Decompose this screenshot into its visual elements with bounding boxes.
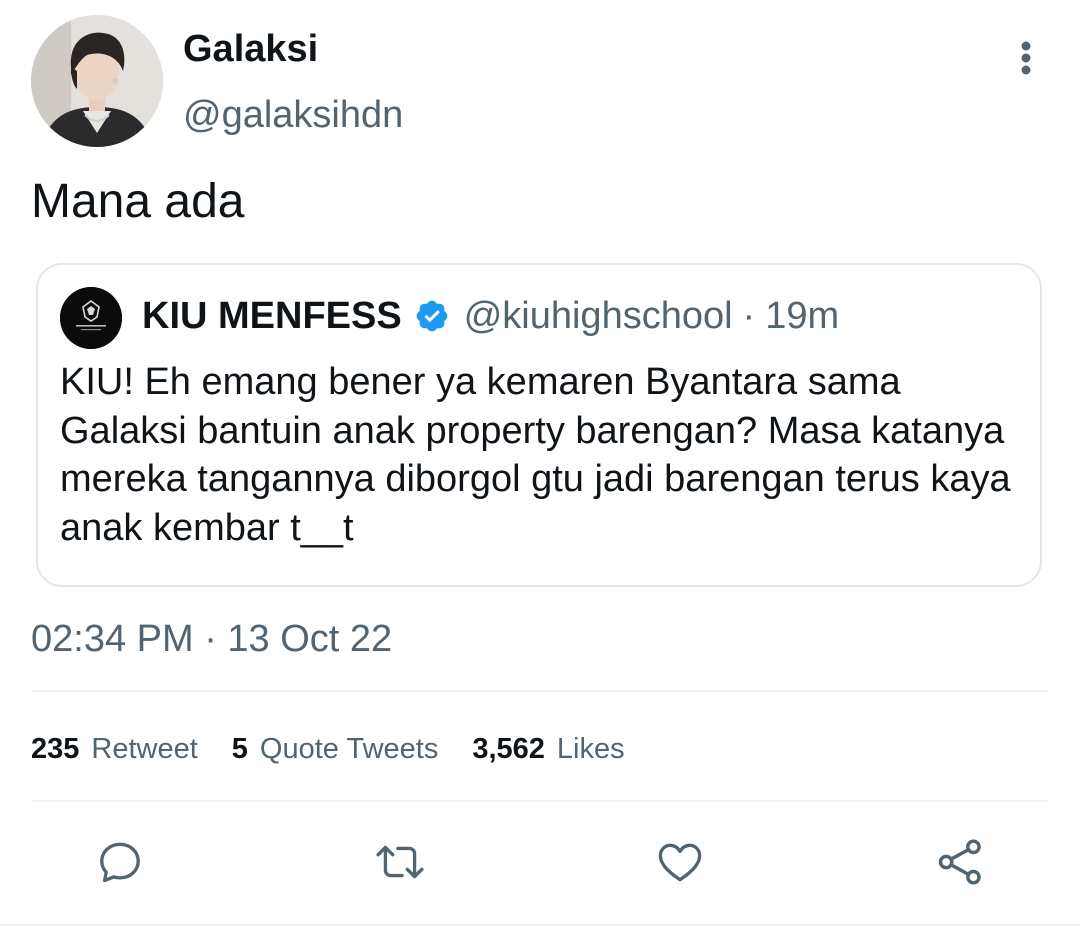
likes-label: Likes — [556, 733, 625, 765]
author-avatar-image — [31, 15, 163, 147]
quote-tweets-count: 5 — [231, 733, 248, 765]
share-button[interactable] — [930, 832, 990, 892]
quoted-author-handle[interactable]: @kiuhighschool — [464, 293, 733, 339]
quoted-tweet-header: KIU MENFESS @kiuhighschool · 19m — [142, 293, 839, 339]
divider — [31, 690, 1049, 692]
reply-icon — [100, 842, 140, 883]
quoted-meta-separator: · — [742, 295, 756, 337]
tweet-timestamp[interactable]: 02:34 PM · 13 Oct 22 — [31, 616, 392, 662]
likes-stat[interactable]: 3,562 Likes — [472, 729, 624, 769]
more-vertical-icon — [1021, 41, 1031, 75]
author-handle[interactable]: @galaksihdn — [183, 92, 403, 138]
quote-tweets-label: Quote Tweets — [259, 733, 439, 765]
quoted-author-name[interactable]: KIU MENFESS — [142, 293, 402, 339]
tweet-stats: 235 Retweet 5 Quote Tweets 3,562 Likes — [31, 729, 659, 769]
retweet-button[interactable] — [370, 832, 430, 892]
verified-badge-icon — [414, 298, 450, 334]
share-icon — [938, 839, 981, 885]
quoted-tweet-text: KIU! Eh emang bener ya kemaren Byantara … — [60, 361, 1011, 549]
retweets-count: 235 — [31, 733, 80, 765]
retweets-label: Retweet — [91, 733, 198, 765]
quoted-tweet-card[interactable]: KIU MENFESS @kiuhighschool · 19m KIU! Eh… — [36, 263, 1042, 587]
quoted-author-logo — [60, 287, 122, 349]
bottom-divider — [0, 924, 1080, 926]
tweet-text: Mana ada — [31, 175, 245, 228]
author-avatar[interactable] — [31, 15, 163, 147]
quoted-tweet-time: 19m — [765, 295, 840, 337]
reply-button[interactable] — [90, 832, 150, 892]
divider — [31, 800, 1049, 802]
quoted-author-avatar[interactable] — [60, 287, 122, 349]
more-options-button[interactable] — [1004, 36, 1048, 80]
author-name[interactable]: Galaksi — [183, 26, 318, 72]
likes-count: 3,562 — [472, 733, 545, 765]
quote-tweets-stat[interactable]: 5 Quote Tweets — [232, 729, 439, 769]
retweets-stat[interactable]: 235 Retweet — [31, 729, 198, 769]
like-icon — [658, 843, 702, 882]
like-button[interactable] — [650, 832, 710, 892]
retweet-icon — [376, 845, 424, 879]
